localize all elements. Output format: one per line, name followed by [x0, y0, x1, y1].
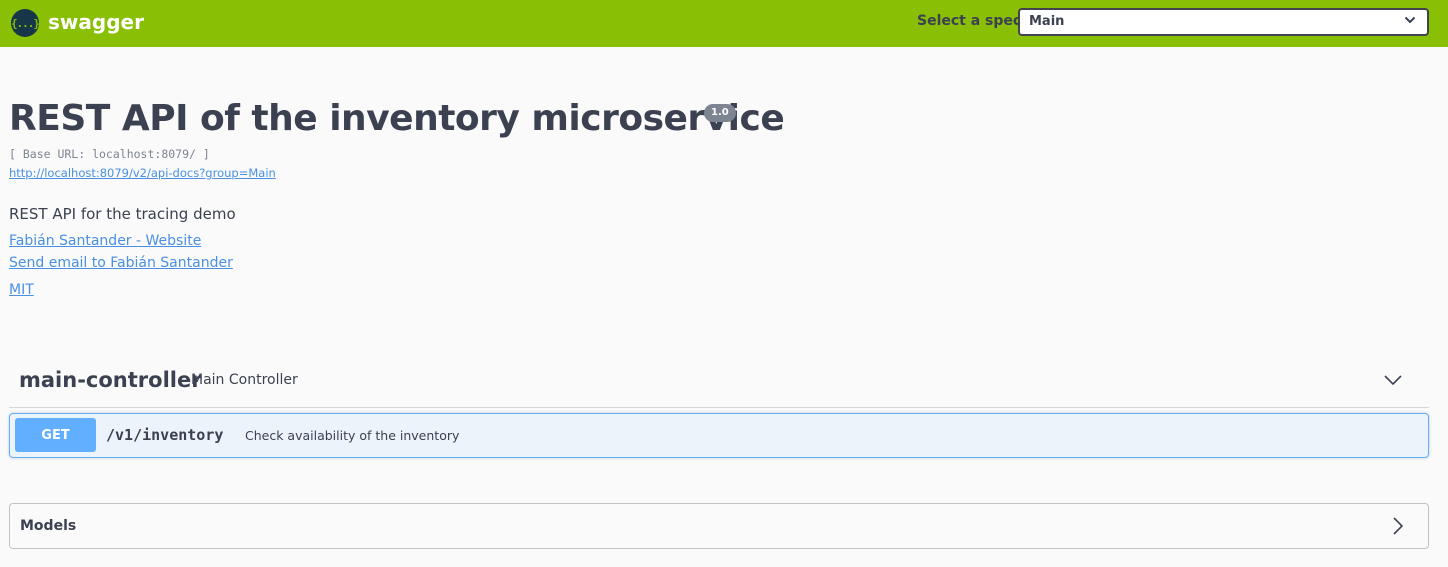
- contact-email-link[interactable]: Send email to Fabián Santander: [9, 255, 233, 271]
- chevron-right-icon[interactable]: [1388, 516, 1408, 536]
- page-title: REST API of the inventory microservice: [9, 98, 785, 139]
- contact-website-link[interactable]: Fabián Santander - Website: [9, 233, 201, 249]
- tag-description: Main Controller: [191, 372, 298, 388]
- base-url: [ Base URL: localhost:8079/ ]: [9, 147, 210, 161]
- api-docs-link[interactable]: http://localhost:8079/v2/api-docs?group=…: [9, 166, 276, 180]
- tag-name: main-controller: [19, 368, 202, 392]
- spec-select-value: Main: [1029, 14, 1065, 29]
- chevron-down-icon[interactable]: [1383, 370, 1403, 390]
- version-badge: 1.0: [704, 104, 736, 122]
- swagger-logo-icon[interactable]: {...}: [11, 9, 40, 37]
- operation-path: /v1/inventory: [106, 426, 224, 444]
- select-spec-label: Select a spec: [917, 13, 1022, 29]
- license-link[interactable]: MIT: [9, 282, 34, 298]
- brand-name[interactable]: swagger: [48, 10, 144, 34]
- tag-section-header[interactable]: main-controller Main Controller: [9, 358, 1429, 408]
- spec-select[interactable]: Main: [1018, 8, 1429, 36]
- operation-get-inventory[interactable]: GET /v1/inventory Check availability of …: [9, 413, 1429, 458]
- api-description: REST API for the tracing demo: [9, 205, 236, 223]
- method-badge: GET: [15, 418, 96, 452]
- topbar: {...} swagger Select a spec Main: [0, 0, 1448, 47]
- chevron-down-icon: [1404, 16, 1416, 24]
- operation-summary: Check availability of the inventory: [245, 428, 460, 443]
- models-title: Models: [20, 518, 77, 534]
- models-section[interactable]: Models: [9, 503, 1429, 549]
